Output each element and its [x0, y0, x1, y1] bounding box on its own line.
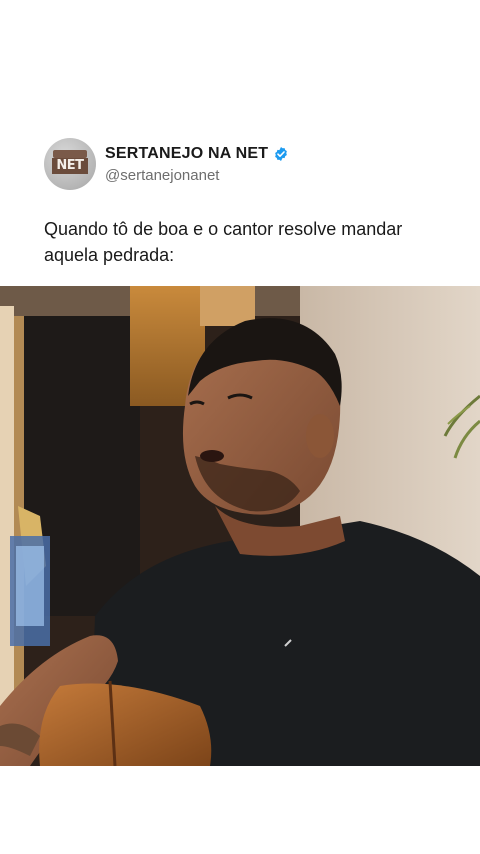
account-name-row: SERTANEJO NA NET — [105, 145, 289, 163]
account-name[interactable]: SERTANEJO NA NET — [105, 145, 268, 163]
avatar-logo-banner — [53, 150, 87, 158]
post-header: NET SERTANEJO NA NET @sertanejonanet — [44, 138, 289, 190]
avatar-logo-text: NET — [52, 158, 88, 174]
account-identity: SERTANEJO NA NET @sertanejonanet — [105, 145, 289, 184]
verified-badge-icon — [273, 146, 289, 162]
account-handle[interactable]: @sertanejonanet — [105, 167, 289, 184]
video-frame-illustration — [0, 286, 480, 766]
post-video-frame[interactable] — [0, 286, 480, 766]
post-caption: Quando tô de boa e o cantor resolve mand… — [44, 219, 403, 265]
avatar[interactable]: NET — [44, 138, 96, 190]
